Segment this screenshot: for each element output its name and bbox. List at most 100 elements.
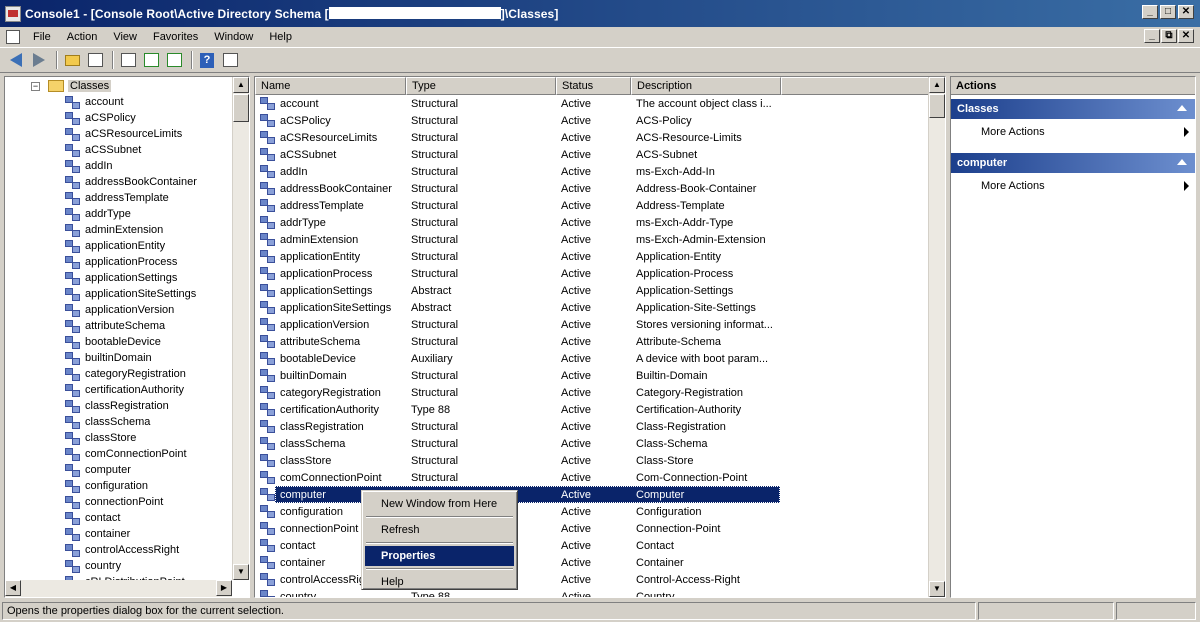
- tree-item[interactable]: bootableDevice: [65, 334, 197, 350]
- table-row[interactable]: aCSSubnet Structural Active ACS-Subnet: [255, 146, 929, 163]
- show-hide-tree-button[interactable]: [85, 50, 105, 70]
- tree-item[interactable]: connectionPoint: [65, 494, 197, 510]
- list-vertical-scrollbar[interactable]: ▲ ▼: [928, 77, 945, 597]
- mdi-close-button[interactable]: ✕: [1178, 29, 1194, 43]
- tree-item[interactable]: account: [65, 94, 197, 110]
- table-row[interactable]: applicationSiteSettings Abstract Active App…: [255, 299, 929, 316]
- table-row[interactable]: applicationSettings Abstract Active Applica…: [255, 282, 929, 299]
- list-scroll-down-button[interactable]: ▼: [929, 581, 945, 597]
- tree-item[interactable]: addrType: [65, 206, 197, 222]
- console-app-icon[interactable]: [5, 5, 21, 22]
- column-header-type[interactable]: Type: [406, 77, 556, 95]
- export-list-button[interactable]: [118, 50, 138, 70]
- table-row[interactable]: classSchema Structural Active Class-Schema: [255, 435, 929, 452]
- table-row[interactable]: builtinDomain Structural Active Builtin-Dom…: [255, 367, 929, 384]
- show-hide-action-pane-button[interactable]: [220, 50, 240, 70]
- action-group-classes[interactable]: Classes: [951, 99, 1195, 119]
- menu-favorites[interactable]: Favorites: [146, 31, 207, 43]
- context-properties[interactable]: Properties: [365, 546, 514, 566]
- mdi-minimize-button[interactable]: _: [1144, 29, 1160, 43]
- table-row[interactable]: account Structural Active The account objec…: [255, 95, 929, 112]
- tree-item[interactable]: contact: [65, 510, 197, 526]
- list-scroll-thumb[interactable]: [929, 94, 945, 118]
- tree-item[interactable]: aCSPolicy: [65, 110, 197, 126]
- table-row[interactable]: addressBookContainer Structural Active Addr…: [255, 180, 929, 197]
- tree-item[interactable]: aCSSubnet: [65, 142, 197, 158]
- context-new-window-from-here[interactable]: New Window from Here: [365, 494, 514, 514]
- maximize-button[interactable]: □: [1160, 5, 1176, 19]
- table-row[interactable]: applicationProcess Structural Active Applic…: [255, 265, 929, 282]
- tree-item[interactable]: classRegistration: [65, 398, 197, 414]
- tree-item[interactable]: applicationProcess: [65, 254, 197, 270]
- table-row[interactable]: adminExtension Structural Active ms-Exch-Ad…: [255, 231, 929, 248]
- export-button[interactable]: [164, 50, 184, 70]
- table-row[interactable]: aCSResourceLimits Structural Active ACS-Res…: [255, 129, 929, 146]
- refresh-button[interactable]: [141, 50, 161, 70]
- table-row[interactable]: addIn Structural Active ms-Exch-Add-In: [255, 163, 929, 180]
- tree-scroll-up-button[interactable]: ▲: [233, 77, 249, 93]
- tree-item[interactable]: builtinDomain: [65, 350, 197, 366]
- table-row[interactable]: addressTemplate Structural Active Address-T…: [255, 197, 929, 214]
- table-row[interactable]: configuration Active Configuration: [255, 503, 929, 520]
- tree-item[interactable]: certificationAuthority: [65, 382, 197, 398]
- minimize-button[interactable]: _: [1142, 5, 1158, 19]
- list-scroll-up-button[interactable]: ▲: [929, 77, 945, 93]
- tree-vertical-scrollbar[interactable]: ▲ ▼: [232, 77, 249, 580]
- table-row[interactable]: applicationVersion Structural Active Stores…: [255, 316, 929, 333]
- tree-scroll-left-button[interactable]: ◀: [5, 580, 21, 596]
- collapse-caret-icon[interactable]: [1177, 159, 1187, 165]
- forward-button[interactable]: [29, 50, 49, 70]
- tree-root-classes[interactable]: − Classes: [31, 78, 112, 94]
- tree-item[interactable]: computer: [65, 462, 197, 478]
- help-button[interactable]: ?: [197, 50, 217, 70]
- tree-item[interactable]: classStore: [65, 430, 197, 446]
- tree-item[interactable]: aCSResourceLimits: [65, 126, 197, 142]
- column-header-status[interactable]: Status: [556, 77, 631, 95]
- back-button[interactable]: [6, 50, 26, 70]
- table-row[interactable]: comConnectionPoint Structural Active Com-Co…: [255, 469, 929, 486]
- column-header-name[interactable]: Name: [255, 77, 406, 95]
- table-row[interactable]: applicationEntity Structural Active Applica…: [255, 248, 929, 265]
- table-row[interactable]: classRegistration Structural Active Class-R…: [255, 418, 929, 435]
- table-row[interactable]: computer Active Computer: [255, 486, 929, 503]
- table-row[interactable]: certificationAuthority Type 88 Active Certi…: [255, 401, 929, 418]
- mmc-document-icon[interactable]: [6, 29, 20, 44]
- column-header-description[interactable]: Description: [631, 77, 781, 95]
- menu-window[interactable]: Window: [207, 31, 262, 43]
- close-button[interactable]: ✕: [1178, 5, 1194, 19]
- tree-pane[interactable]: − Classes account aCSPolicy aCSResourceLim…: [4, 76, 250, 598]
- menu-file[interactable]: File: [26, 31, 60, 43]
- tree-item[interactable]: addressTemplate: [65, 190, 197, 206]
- mdi-restore-button[interactable]: ⧉: [1161, 29, 1177, 43]
- tree-item[interactable]: adminExtension: [65, 222, 197, 238]
- action-group-computer[interactable]: computer: [951, 153, 1195, 173]
- tree-item[interactable]: country: [65, 558, 197, 574]
- table-row[interactable]: connectionPoint Active Connection-Point: [255, 520, 929, 537]
- table-row[interactable]: controlAccessRight Active Control-Access-R…: [255, 571, 929, 588]
- table-row[interactable]: aCSPolicy Structural Active ACS-Policy: [255, 112, 929, 129]
- title-bar[interactable]: Console1 - [Console Root\Active Director…: [0, 0, 1200, 27]
- tree-item[interactable]: addIn: [65, 158, 197, 174]
- tree-item[interactable]: applicationSiteSettings: [65, 286, 197, 302]
- table-row[interactable]: bootableDevice Auxiliary Active A device wi…: [255, 350, 929, 367]
- tree-item[interactable]: categoryRegistration: [65, 366, 197, 382]
- tree-item[interactable]: addressBookContainer: [65, 174, 197, 190]
- up-one-level-button[interactable]: [62, 50, 82, 70]
- menu-view[interactable]: View: [106, 31, 146, 43]
- collapse-icon[interactable]: −: [31, 81, 40, 91]
- table-row[interactable]: container Active Container: [255, 554, 929, 571]
- tree-item[interactable]: applicationSettings: [65, 270, 197, 286]
- tree-scroll-right-button[interactable]: ▶: [216, 580, 232, 596]
- collapse-caret-icon[interactable]: [1177, 105, 1187, 111]
- menu-help[interactable]: Help: [262, 31, 301, 43]
- tree-item[interactable]: attributeSchema: [65, 318, 197, 334]
- tree-item[interactable]: applicationEntity: [65, 238, 197, 254]
- menu-action[interactable]: Action: [60, 31, 107, 43]
- tree-item[interactable]: classSchema: [65, 414, 197, 430]
- tree-item[interactable]: controlAccessRight: [65, 542, 197, 558]
- tree-scroll-down-button[interactable]: ▼: [233, 564, 249, 580]
- tree-item[interactable]: comConnectionPoint: [65, 446, 197, 462]
- tree-scroll-thumb[interactable]: [233, 94, 249, 122]
- tree-horizontal-scrollbar[interactable]: ◀ ▶: [5, 580, 232, 597]
- table-row[interactable]: categoryRegistration Structural Active Cate…: [255, 384, 929, 401]
